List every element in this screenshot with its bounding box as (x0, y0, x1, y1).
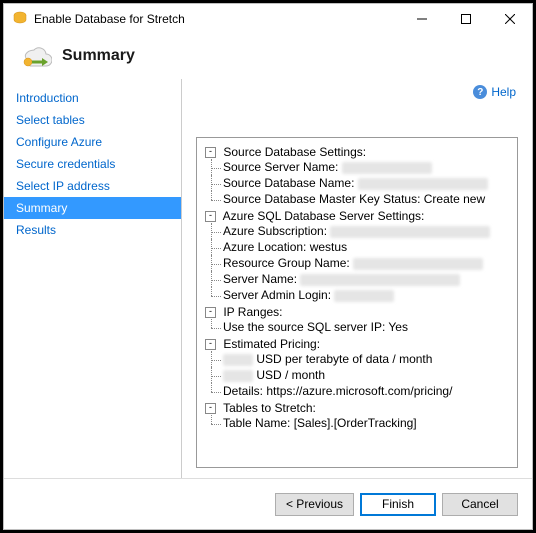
header-icon (20, 40, 52, 72)
nav-introduction[interactable]: Introduction (4, 87, 181, 109)
page-title: Summary (62, 47, 135, 65)
redacted-value: . (334, 290, 394, 302)
titlebar: Enable Database for Stretch (4, 4, 532, 34)
wizard-window: Enable Database for Stretch Summary (3, 3, 533, 530)
summary-tree[interactable]: - Source Database Settings: Source Serve… (196, 137, 518, 468)
nav-summary[interactable]: Summary (4, 197, 181, 219)
tree-leaf: Azure Location: westus (223, 240, 347, 254)
tree-leaf: Use the source SQL server IP: Yes (223, 320, 408, 334)
help-label: Help (491, 85, 516, 99)
collapse-icon[interactable]: - (205, 339, 216, 350)
sidebar-nav: Introduction Select tables Configure Azu… (4, 79, 182, 478)
maximize-button[interactable] (444, 4, 488, 34)
collapse-icon[interactable]: - (205, 307, 216, 318)
tree-leaf: Source Database Master Key Status: Creat… (223, 192, 485, 206)
main-panel: ? Help - Source Database Settings: Sourc… (182, 79, 532, 478)
previous-button[interactable]: < Previous (275, 493, 354, 516)
collapse-icon[interactable]: - (205, 147, 216, 158)
window-title: Enable Database for Stretch (34, 12, 400, 26)
window-controls (400, 4, 532, 34)
redacted-value: . (358, 178, 488, 190)
collapse-icon[interactable]: - (205, 211, 216, 222)
collapse-icon[interactable]: - (205, 403, 216, 414)
nav-configure-azure[interactable]: Configure Azure (4, 131, 181, 153)
app-icon (12, 11, 28, 27)
tree-leaf: Source Server Name: (223, 160, 338, 174)
tree-leaf: Server Admin Login: (223, 288, 331, 302)
cancel-button[interactable]: Cancel (442, 493, 518, 516)
tree-leaf: Source Database Name: (223, 176, 354, 190)
redacted-value: . (353, 258, 483, 270)
tree-leaf: Server Name: (223, 272, 297, 286)
tree-leaf: USD per terabyte of data / month (256, 352, 432, 366)
nav-results[interactable]: Results (4, 219, 181, 241)
redacted-value: . (342, 162, 432, 174)
tree-leaf: Table Name: [Sales].[OrderTracking] (223, 416, 417, 430)
tree-leaf: Details: https://azure.microsoft.com/pri… (223, 384, 452, 398)
redacted-value: . (223, 370, 253, 382)
finish-button[interactable]: Finish (360, 493, 436, 516)
page-header: Summary (4, 34, 532, 79)
nav-secure-credentials[interactable]: Secure credentials (4, 153, 181, 175)
footer: < Previous Finish Cancel (4, 478, 532, 529)
tree-leaf: USD / month (256, 368, 325, 382)
tree-node-label: Source Database Settings: (223, 145, 366, 159)
content-area: Introduction Select tables Configure Azu… (4, 79, 532, 478)
redacted-value: . (223, 354, 253, 366)
tree-node-label: Estimated Pricing: (223, 337, 320, 351)
close-button[interactable] (488, 4, 532, 34)
nav-select-tables[interactable]: Select tables (4, 109, 181, 131)
tree-leaf: Resource Group Name: (223, 256, 350, 270)
help-icon: ? (473, 85, 487, 99)
tree-node-label: Azure SQL Database Server Settings: (223, 209, 425, 223)
tree-node-label: Tables to Stretch: (223, 401, 316, 415)
help-link[interactable]: ? Help (473, 85, 516, 99)
tree-leaf: Azure Subscription: (223, 224, 327, 238)
minimize-button[interactable] (400, 4, 444, 34)
tree-node-label: IP Ranges: (223, 305, 282, 319)
redacted-value: . (330, 226, 490, 238)
nav-select-ip[interactable]: Select IP address (4, 175, 181, 197)
redacted-value: . (300, 274, 460, 286)
